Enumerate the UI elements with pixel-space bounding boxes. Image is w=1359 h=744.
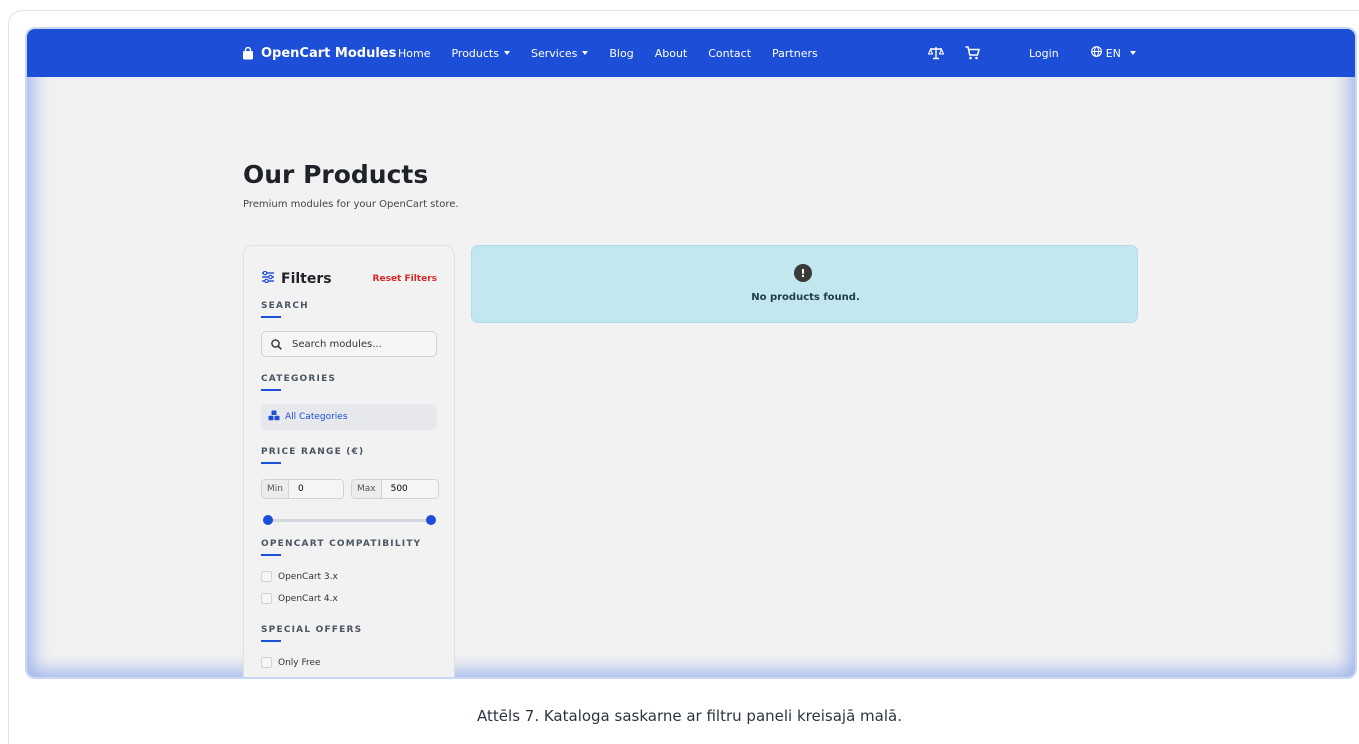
brand-name: OpenCart Modules xyxy=(261,45,397,61)
compat-option-oc4[interactable]: OpenCart 4.x xyxy=(261,593,338,604)
nav-products[interactable]: Products xyxy=(451,47,510,60)
page-subtitle: Premium modules for your OpenCart store. xyxy=(243,199,459,210)
cubes-icon xyxy=(268,410,280,424)
checkbox[interactable] xyxy=(261,571,272,582)
compat-option-oc3[interactable]: OpenCart 3.x xyxy=(261,571,338,582)
nav-services[interactable]: Services xyxy=(530,46,589,60)
empty-results-alert: ! No products found. xyxy=(471,245,1138,323)
price-section-title: PRICE RANGE (€) xyxy=(261,447,365,457)
offers-section-title: SPECIAL OFFERS xyxy=(261,625,363,635)
nav-partners[interactable]: Partners xyxy=(772,47,818,60)
section-divider xyxy=(261,316,281,318)
slider-track xyxy=(266,519,432,522)
price-min-group: Min xyxy=(261,479,344,499)
search-icon xyxy=(271,335,282,354)
nav-home-label: Home xyxy=(398,46,431,60)
app-screenshot: OpenCart Modules Home Products Services … xyxy=(27,29,1355,677)
section-divider xyxy=(261,640,281,642)
chevron-down-icon xyxy=(1129,51,1136,55)
globe-icon xyxy=(1090,46,1102,60)
language-label: EN xyxy=(1105,46,1121,60)
chevron-down-icon xyxy=(503,51,510,55)
filters-panel: Filters Reset Filters SEARCH CATEGORIES … xyxy=(243,245,455,677)
search-input[interactable] xyxy=(292,338,422,350)
chevron-down-icon xyxy=(582,51,589,55)
compat-section-title: OPENCART COMPATIBILITY xyxy=(261,539,422,549)
cart-icon[interactable] xyxy=(963,44,981,62)
nav-contact-label: Contact xyxy=(708,46,752,60)
compat-option-label: OpenCart 3.x xyxy=(278,571,338,582)
empty-results-message: No products found. xyxy=(751,292,860,303)
reset-filters-link[interactable]: Reset Filters xyxy=(373,274,437,284)
scale-icon[interactable] xyxy=(927,44,945,62)
search-section-title: SEARCH xyxy=(261,301,309,311)
category-all-label: All Categories xyxy=(285,412,348,422)
main-nav: Home Products Services Blog About Contac… xyxy=(398,29,839,77)
sliders-icon xyxy=(261,270,275,287)
nav-partners-label: Partners xyxy=(772,46,818,60)
shopping-bag-icon xyxy=(242,46,254,60)
nav-blog-label: Blog xyxy=(609,46,634,60)
nav-about[interactable]: About xyxy=(655,47,688,60)
offers-option-label: Only Free xyxy=(278,657,321,668)
nav-blog[interactable]: Blog xyxy=(609,47,633,60)
nav-home[interactable]: Home xyxy=(398,47,430,60)
compat-option-label: OpenCart 4.x xyxy=(278,593,338,604)
navbar: OpenCart Modules Home Products Services … xyxy=(27,29,1355,77)
language-selector[interactable]: EN xyxy=(1090,46,1136,60)
nav-contact[interactable]: Contact xyxy=(708,47,751,60)
filters-header: Filters xyxy=(261,270,332,287)
price-range-slider[interactable] xyxy=(263,515,436,525)
brand-link[interactable]: OpenCart Modules xyxy=(242,29,396,77)
figure-caption: Attēls 7. Kataloga saskarne ar filtru pa… xyxy=(477,707,902,725)
section-divider xyxy=(261,462,281,464)
search-field[interactable] xyxy=(261,331,437,357)
nav-products-label: Products xyxy=(451,46,499,60)
nav-services-label: Services xyxy=(530,46,578,60)
price-min-label: Min xyxy=(262,480,289,498)
checkbox[interactable] xyxy=(261,657,272,668)
category-all[interactable]: All Categories xyxy=(261,404,437,430)
offers-option-free[interactable]: Only Free xyxy=(261,657,321,668)
section-divider xyxy=(261,389,281,391)
nav-actions: Login EN xyxy=(927,29,1136,77)
price-min-input[interactable] xyxy=(288,480,343,498)
price-max-label: Max xyxy=(351,480,382,498)
price-inputs: Min Max xyxy=(261,479,439,499)
categories-section-title: CATEGORIES xyxy=(261,374,337,384)
price-max-group: Max xyxy=(350,479,439,499)
section-divider xyxy=(261,554,281,556)
page-title: Our Products xyxy=(243,160,429,189)
nav-about-label: About xyxy=(654,46,688,60)
exclamation-circle-icon: ! xyxy=(794,264,812,282)
slider-max-handle[interactable] xyxy=(426,515,436,525)
slider-min-handle[interactable] xyxy=(263,515,273,525)
price-max-input[interactable] xyxy=(381,480,438,498)
login-link[interactable]: Login xyxy=(1029,47,1059,60)
filters-title: Filters xyxy=(281,271,332,287)
checkbox[interactable] xyxy=(261,593,272,604)
